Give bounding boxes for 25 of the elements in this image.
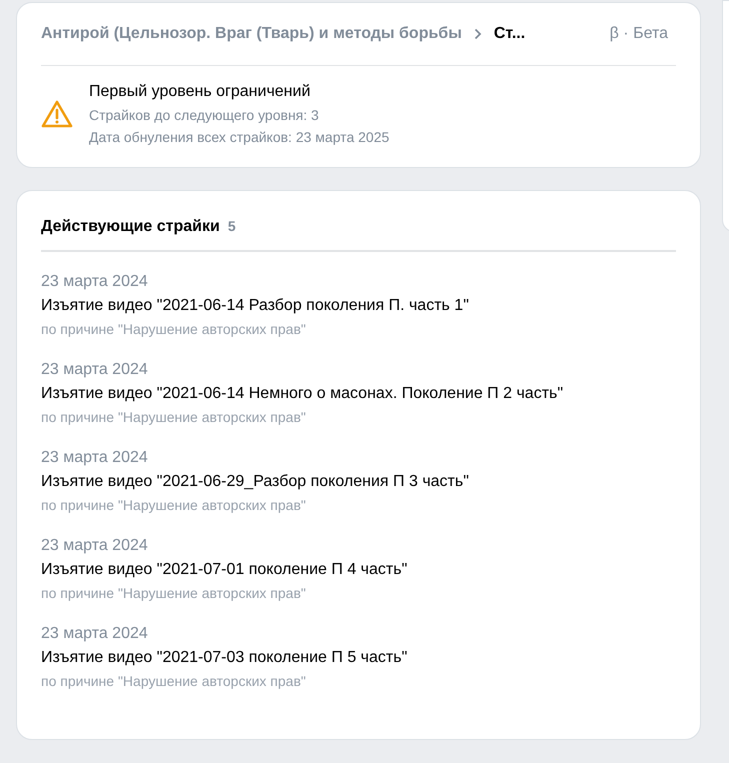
- strike-count: 5: [228, 217, 236, 236]
- strike-date: 23 марта 2024: [41, 272, 149, 292]
- strike-title: Изъятие видео "2021-06-14 Немного о масонах. Поколение П 2 часть": [41, 384, 564, 404]
- chevron-icon: [474, 28, 482, 40]
- strike-date: 23 марта 2024: [41, 624, 149, 644]
- strike-reason: по причине "Нарушение авторских прав": [41, 584, 307, 603]
- strike-title: Изъятие видео "2021-07-03 поколение П 5 часть": [41, 648, 408, 668]
- strike-reason: по причине "Нарушение авторских прав": [41, 408, 307, 427]
- section-title: Действующие страйки: [41, 217, 220, 237]
- restriction-title: Первый уровень ограничений: [89, 82, 312, 102]
- strike-reason: по причине "Нарушение авторских прав": [41, 672, 307, 691]
- strike-title: Изъятие видео "2021-07-01 поколение П 4 часть": [41, 560, 408, 580]
- strike-date: 23 марта 2024: [41, 448, 149, 468]
- strike-date: 23 марта 2024: [41, 360, 149, 380]
- breadcrumb-item[interactable]: Антирой (Цельнозор. Враг (Тварь) и методы борьбы: [41, 22, 462, 46]
- strike-title: Изъятие видео "2021-06-29_Разбор поколения П 3 часть": [41, 472, 470, 492]
- strike-date: 23 марта 2024: [41, 536, 149, 556]
- restriction-detail: Дата обнуления всех страйков: 23 марта 2025: [89, 128, 390, 147]
- warning-icon: [41, 100, 73, 128]
- restriction-detail: Страйков до следующего уровня: 3: [89, 106, 320, 125]
- strike-title: Изъятие видео "2021-06-14 Разбор поколения П. часть 1": [41, 296, 470, 316]
- strike-reason: по причине "Нарушение авторских прав": [41, 496, 307, 515]
- beta-label: β · Бета: [610, 24, 669, 44]
- strike-reason: по причине "Нарушение авторских прав": [41, 320, 307, 339]
- breadcrumb-item: Ст...: [494, 24, 526, 44]
